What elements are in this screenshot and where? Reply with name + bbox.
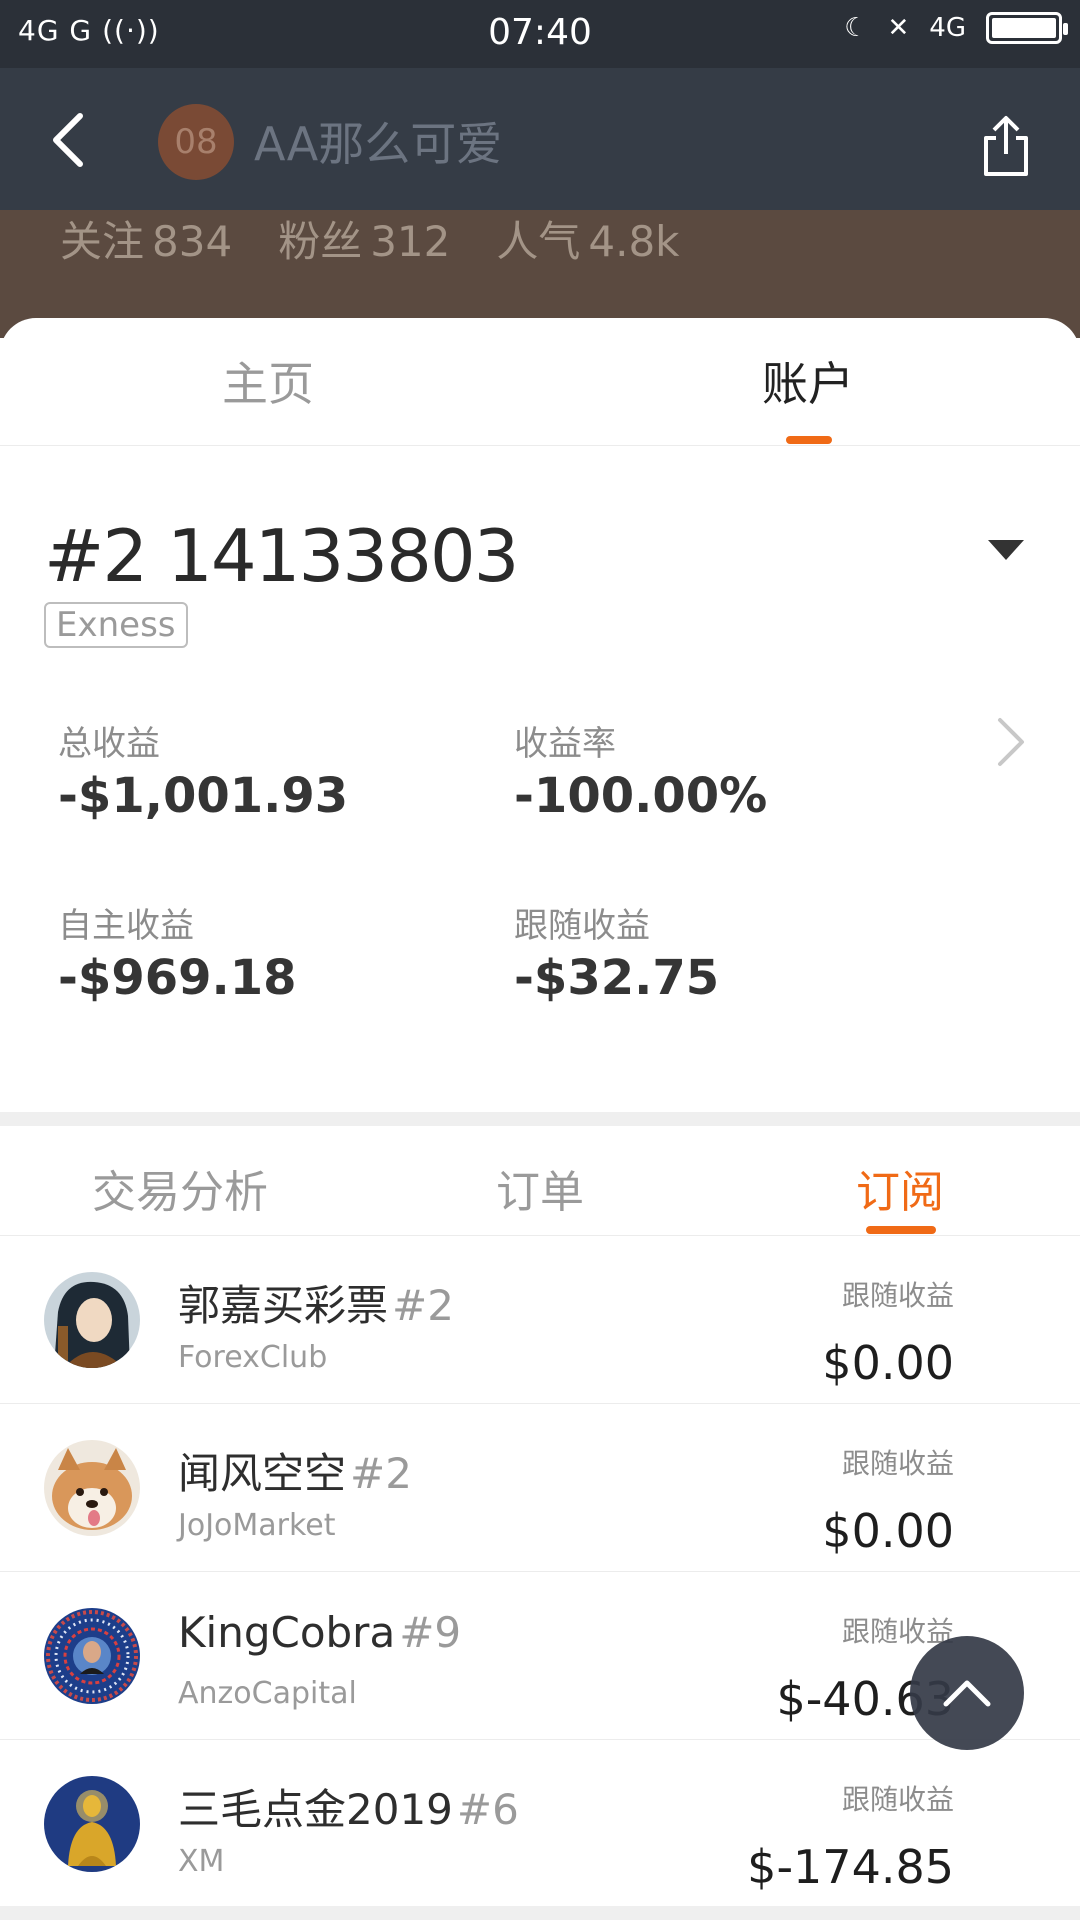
follow-profit-value: $-174.85 <box>747 1840 954 1894</box>
follow-profit-value: $0.00 <box>822 1504 954 1558</box>
bottom-divider <box>0 1906 1080 1920</box>
tab-trade-analysis[interactable]: 交易分析 <box>92 1156 268 1220</box>
moon-icon: ☾ <box>844 13 868 43</box>
metric-follow-value: -$32.75 <box>514 950 720 1006</box>
follow-profit-label: 跟随收益 <box>841 1279 954 1312</box>
subscription-name: 三毛点金2019#6 <box>178 1785 519 1834</box>
avatar <box>44 1440 140 1536</box>
broker-tag: Exness <box>44 602 188 648</box>
subscription-broker: ForexClub <box>178 1340 328 1375</box>
follow-profit-label: 跟随收益 <box>841 1447 954 1480</box>
chevron-left-icon <box>53 113 83 167</box>
tab-subscriptions[interactable]: 订阅 <box>856 1156 944 1220</box>
list-item[interactable]: 郭嘉买彩票#2 ForexClub 跟随收益 $0.00 <box>0 1236 1080 1404</box>
scroll-to-top-button[interactable] <box>910 1636 1024 1750</box>
caret-down-icon[interactable] <box>988 540 1024 560</box>
metric-total-value: -$1,001.93 <box>58 768 349 824</box>
list-item[interactable]: 三毛点金2019#6 XM 跟随收益 $-174.85 <box>0 1740 1080 1908</box>
battery-icon <box>986 12 1068 44</box>
account-number: #2 14133803 <box>44 514 519 598</box>
section-divider <box>0 1112 1080 1126</box>
network-4g-label: 4G <box>929 13 966 43</box>
page-title: AA那么可爱 <box>254 117 503 171</box>
stat-popularity: 人气 4.8k <box>496 217 680 266</box>
stat-following[interactable]: 关注 834 <box>60 208 232 269</box>
tab-orders[interactable]: 订单 <box>496 1156 584 1220</box>
share-button[interactable] <box>978 114 1034 178</box>
follow-profit-value: $0.00 <box>822 1336 954 1390</box>
metric-rate-value: -100.00% <box>514 768 768 824</box>
follow-profit-label: 跟随收益 <box>841 1783 954 1816</box>
metric-self-value: -$969.18 <box>58 950 297 1006</box>
tab-account[interactable]: 账户 <box>762 348 854 414</box>
status-right: ☾ ✕ 4G <box>844 12 1068 44</box>
sub-tabs: 交易分析 订单 订阅 <box>0 1126 1080 1236</box>
subscription-broker: AnzoCapital <box>178 1676 357 1711</box>
list-item[interactable]: 闻风空空#2 JoJoMarket 跟随收益 $0.00 <box>0 1404 1080 1572</box>
back-button[interactable] <box>38 110 98 170</box>
metric-total-label: 总收益 <box>58 724 160 764</box>
avatar[interactable]: 08 <box>158 104 234 180</box>
metric-follow-label: 跟随收益 <box>514 906 650 946</box>
avatar <box>44 1272 140 1368</box>
chevron-up-icon <box>943 1680 991 1707</box>
avatar <box>44 1776 140 1872</box>
subscription-name: 郭嘉买彩票#2 <box>178 1281 454 1330</box>
status-bar: 4G G ((·)) 07:40 ☾ ✕ 4G <box>0 0 1080 68</box>
tab-active-indicator <box>786 436 832 444</box>
app-bar: 08 AA那么可爱 <box>0 68 1080 210</box>
metric-rate-label: 收益率 <box>514 724 616 764</box>
stat-followers[interactable]: 粉丝 312 <box>278 208 450 269</box>
subscription-broker: JoJoMarket <box>178 1508 336 1543</box>
metric-self-label: 自主收益 <box>58 906 194 946</box>
subscription-name: KingCobra#9 <box>178 1608 462 1657</box>
subscription-broker: XM <box>178 1844 225 1879</box>
avatar <box>44 1608 140 1704</box>
profile-stats: 关注 834 粉丝 312 人气 4.8k <box>60 208 680 269</box>
mute-icon: ✕ <box>887 13 910 43</box>
sub-tab-active-indicator <box>866 1226 936 1234</box>
share-icon <box>984 116 1028 176</box>
tab-home[interactable]: 主页 <box>222 348 314 414</box>
chevron-right-icon[interactable] <box>990 714 1030 770</box>
main-tabs: 主页 账户 <box>0 318 1080 446</box>
subscription-name: 闻风空空#2 <box>178 1449 412 1498</box>
